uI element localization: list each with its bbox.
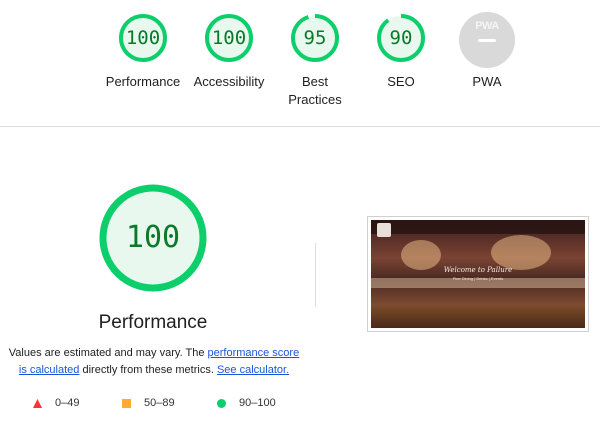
gauge-score: 100: [211, 27, 247, 49]
gauge-pwa[interactable]: PWA: [459, 12, 515, 68]
pass-circle-icon: [217, 399, 226, 408]
legend-average-range: 50–89: [144, 397, 175, 409]
average-square-icon: [122, 399, 131, 408]
performance-description: Values are estimated and may vary. The p…: [6, 345, 302, 379]
gauge-score: 100: [125, 27, 161, 49]
page-screenshot-thumbnail[interactable]: Welcome to Pallure Fine Dining | Drinks …: [367, 216, 589, 332]
gauge-label-performance[interactable]: Performance: [93, 73, 193, 91]
gauge-score: 90: [389, 27, 413, 49]
section-divider: [0, 126, 600, 127]
fail-triangle-icon: [33, 399, 42, 408]
pwa-badge-icon: PWA: [475, 20, 499, 32]
gauge-performance[interactable]: 100: [117, 12, 169, 64]
screenshot-logo: [377, 223, 391, 237]
gauge-seo[interactable]: 90: [375, 12, 427, 64]
description-text: directly from these metrics.: [79, 364, 217, 376]
performance-gauge-large: 100: [97, 182, 209, 294]
gauge-label-seo[interactable]: SEO: [351, 73, 451, 91]
screenshot-subheading: Fine Dining | Drinks | Events: [452, 276, 504, 281]
screenshot-nav: [371, 220, 585, 234]
gauge-accessibility[interactable]: 100: [203, 12, 255, 64]
gauge-best-practices[interactable]: 95: [289, 12, 341, 64]
vertical-divider: [315, 243, 316, 307]
legend-pass-range: 90–100: [239, 397, 276, 409]
see-calculator-link[interactable]: See calculator.: [217, 364, 289, 376]
screenshot-image: Welcome to Pallure Fine Dining | Drinks …: [371, 220, 585, 328]
performance-title: Performance: [98, 312, 208, 333]
gauge-label-pwa[interactable]: PWA: [437, 73, 537, 91]
pwa-dash-icon: [478, 39, 496, 42]
description-text: Values are estimated and may vary. The: [8, 347, 208, 359]
gauge-label-best-practices[interactable]: Best Practices: [265, 73, 365, 109]
performance-score: 100: [125, 220, 181, 255]
gauge-score: 95: [303, 27, 327, 49]
screenshot-heading: Welcome to Pallure: [443, 266, 513, 274]
legend-fail-range: 0–49: [55, 397, 80, 409]
gauge-label-accessibility[interactable]: Accessibility: [179, 73, 279, 91]
